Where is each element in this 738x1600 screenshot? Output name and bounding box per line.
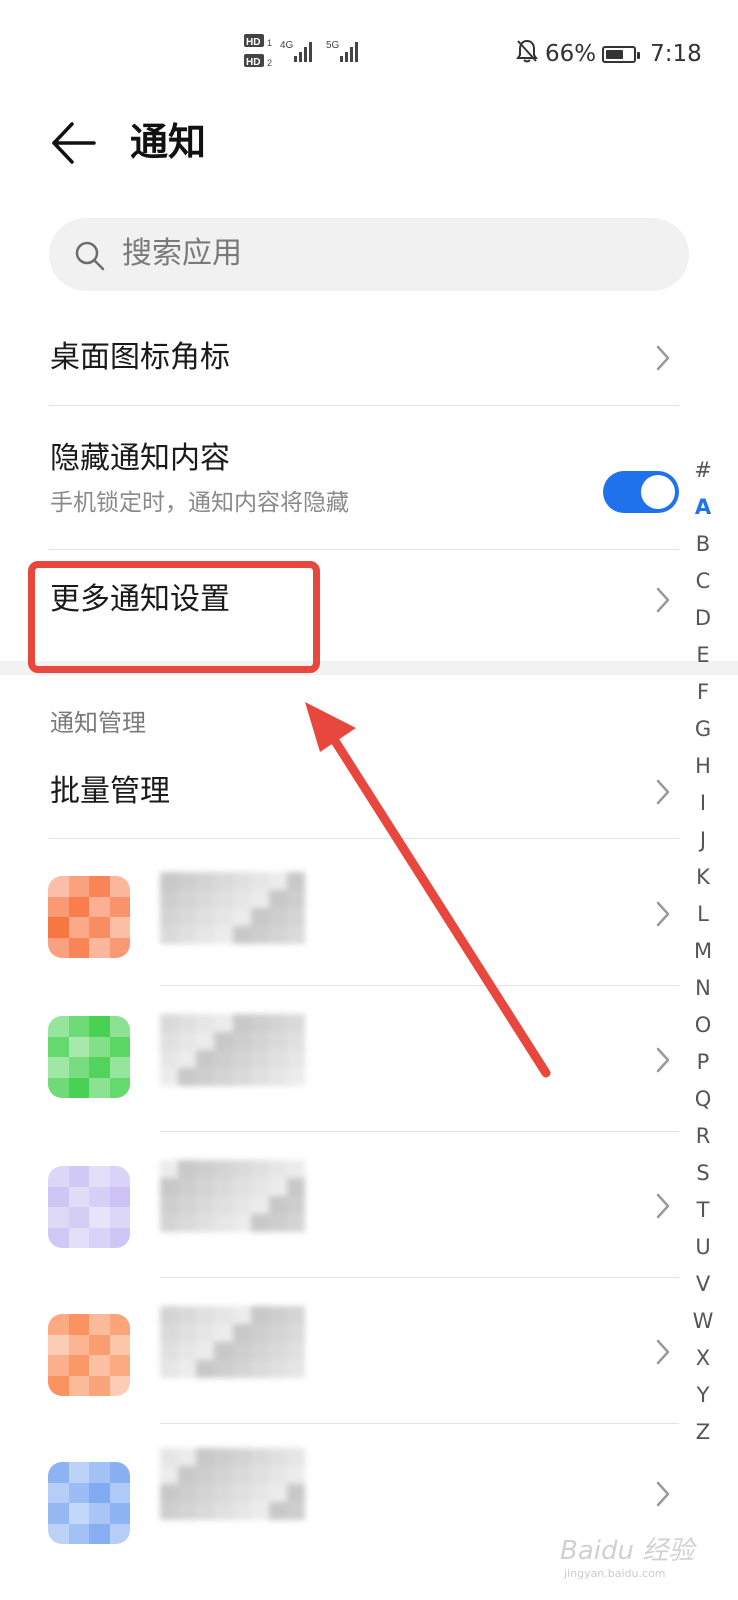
alphabet-letter[interactable]: C: [688, 563, 718, 600]
alphabet-letter[interactable]: Q: [688, 1081, 718, 1118]
alphabet-letter[interactable]: X: [688, 1340, 718, 1377]
watermark-logo: Baidu 经验: [560, 1536, 695, 1566]
alphabet-letter[interactable]: U: [688, 1229, 718, 1266]
alphabet-letter[interactable]: S: [688, 1155, 718, 1192]
alphabet-letter[interactable]: K: [688, 859, 718, 896]
alphabet-letter[interactable]: O: [688, 1007, 718, 1044]
alphabet-letter[interactable]: M: [688, 933, 718, 970]
alphabet-letter[interactable]: H: [688, 748, 718, 785]
alphabet-letter[interactable]: #: [688, 452, 718, 489]
annotation-arrow: [305, 702, 551, 1078]
alphabet-letter[interactable]: V: [688, 1266, 718, 1303]
alphabet-letter[interactable]: I: [688, 785, 718, 822]
alphabet-index[interactable]: # A B C D E F G H I J K L M N O P Q R S T U V W X Y Z: [688, 452, 718, 1451]
alphabet-letter[interactable]: B: [688, 526, 718, 563]
alphabet-letter[interactable]: Y: [688, 1377, 718, 1414]
alphabet-letter[interactable]: P: [688, 1044, 718, 1081]
alphabet-letter[interactable]: Z: [688, 1414, 718, 1451]
alphabet-letter[interactable]: W: [688, 1303, 718, 1340]
alphabet-letter[interactable]: T: [688, 1192, 718, 1229]
alphabet-letter[interactable]: A: [688, 489, 718, 526]
alphabet-letter[interactable]: G: [688, 711, 718, 748]
alphabet-letter[interactable]: L: [688, 896, 718, 933]
alphabet-letter[interactable]: F: [688, 674, 718, 711]
alphabet-letter[interactable]: D: [688, 600, 718, 637]
alphabet-letter[interactable]: J: [688, 822, 718, 859]
watermark-url: jingyan.baidu.com: [564, 1567, 666, 1580]
alphabet-letter[interactable]: E: [688, 637, 718, 674]
alphabet-letter[interactable]: N: [688, 970, 718, 1007]
alphabet-letter[interactable]: R: [688, 1118, 718, 1155]
